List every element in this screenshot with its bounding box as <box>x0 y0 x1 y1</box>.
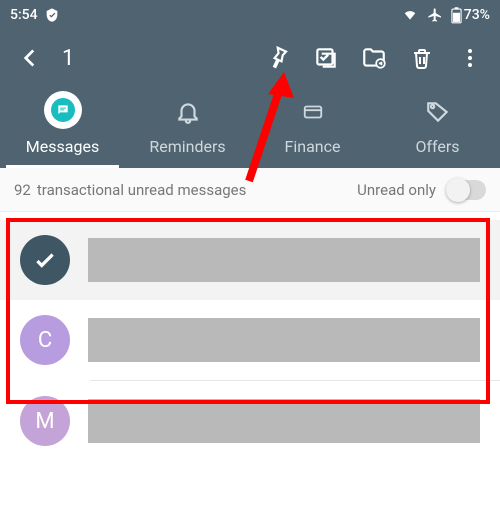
tab-bar: Messages Reminders Finance Offers <box>0 86 500 168</box>
battery-icon: 73% <box>451 7 490 24</box>
status-time: 5:54 <box>10 7 38 23</box>
battery-percent: 73% <box>464 7 490 23</box>
move-to-folder-button[interactable] <box>350 34 398 82</box>
back-button[interactable] <box>6 34 54 82</box>
message-preview-placeholder <box>88 318 480 362</box>
tab-label: Finance <box>285 137 341 156</box>
status-bar: 5:54 73% <box>0 0 500 30</box>
tab-label: Offers <box>415 137 459 156</box>
wifi-icon <box>401 8 419 22</box>
tab-label: Messages <box>26 137 99 156</box>
list-item[interactable] <box>0 220 500 300</box>
select-all-button[interactable] <box>302 34 350 82</box>
avatar[interactable]: M <box>20 396 70 446</box>
messages-icon <box>44 91 82 129</box>
unread-count: 92 <box>14 181 31 199</box>
selection-toolbar: 1 <box>0 30 500 86</box>
unread-only-toggle[interactable] <box>446 180 486 200</box>
tab-reminders[interactable]: Reminders <box>125 95 250 168</box>
delete-button[interactable] <box>398 34 446 82</box>
list-item[interactable]: M <box>0 381 500 461</box>
message-preview-placeholder <box>88 238 480 282</box>
tab-label: Reminders <box>149 137 225 156</box>
message-preview-placeholder <box>88 399 480 443</box>
avatar[interactable]: C <box>20 315 70 365</box>
tab-finance[interactable]: Finance <box>250 95 375 168</box>
bell-icon <box>171 95 205 129</box>
tab-messages[interactable]: Messages <box>0 91 125 168</box>
filter-bar: 92 transactional unread messages Unread … <box>0 168 500 212</box>
overflow-menu-button[interactable] <box>446 34 494 82</box>
message-list: C M <box>0 212 500 461</box>
card-icon <box>296 95 330 129</box>
tab-offers[interactable]: Offers <box>375 95 500 168</box>
avatar-selected[interactable] <box>20 235 70 285</box>
status-app-icon <box>44 7 60 23</box>
tag-icon <box>421 95 455 129</box>
list-item[interactable]: C <box>0 300 500 380</box>
pin-button[interactable] <box>254 34 302 82</box>
unread-only-label: Unread only <box>357 181 436 199</box>
airplane-icon <box>427 7 443 23</box>
unread-description: transactional unread messages <box>37 181 246 199</box>
selection-count: 1 <box>54 46 82 71</box>
